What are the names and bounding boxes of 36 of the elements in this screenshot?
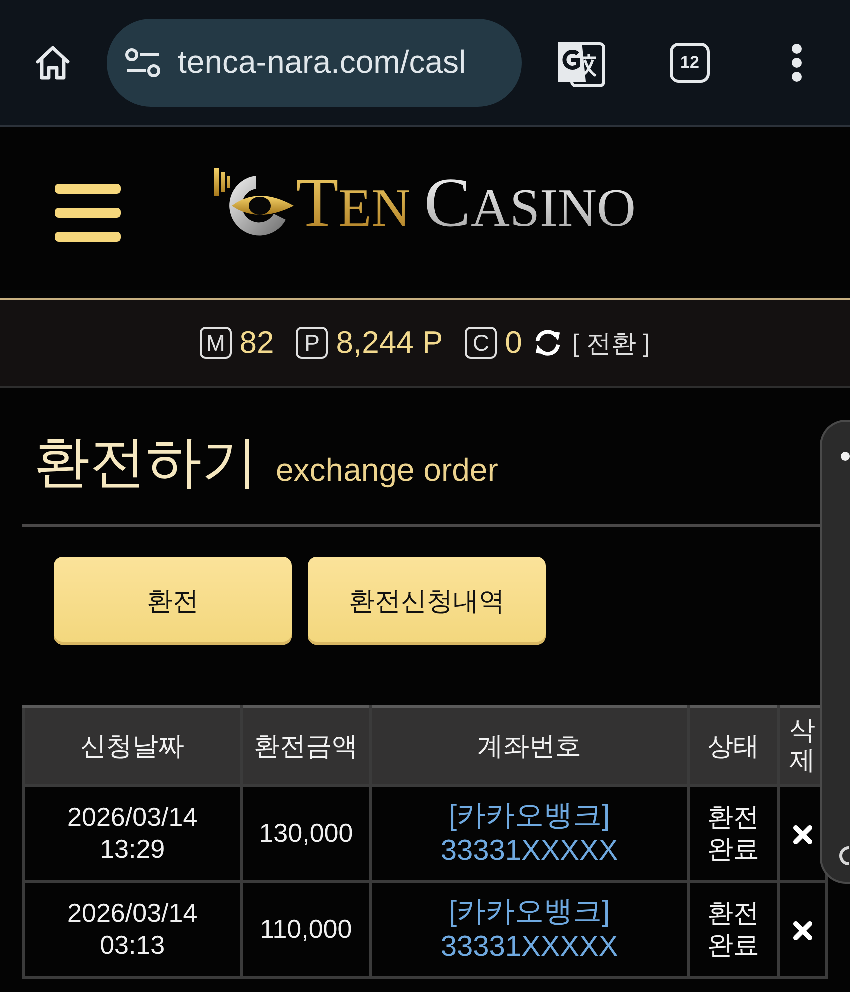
url-text: tenca-nara.com/casl — [178, 44, 466, 81]
account-cell: [카카오뱅크] 33331XXXXX — [370, 786, 688, 882]
convert-link[interactable]: [ 전환 ] — [572, 326, 650, 360]
exchange-action-button[interactable]: 환전신청내역 — [308, 557, 546, 645]
amount-cell: 110,000 — [242, 882, 371, 978]
exchange-action-button[interactable]: 환전 — [54, 557, 292, 645]
address-bar[interactable]: tenca-nara.com/casl — [107, 18, 522, 106]
page-subtitle: exchange order — [276, 452, 498, 489]
delete-icon[interactable] — [792, 825, 813, 846]
balance-value: 8,244 P — [336, 325, 444, 361]
dot-icon — [841, 452, 850, 461]
balance-type-badge: P — [296, 327, 328, 359]
column-header: 환전금액 — [242, 706, 371, 786]
account-cell: [카카오뱅크] 33331XXXXX — [370, 882, 688, 978]
date-cell: 2026/03/14 03:13 — [24, 882, 242, 978]
menu-icon[interactable] — [55, 184, 121, 242]
date-cell: 2026/03/14 13:29 — [24, 786, 242, 882]
delete-icon[interactable] — [792, 921, 813, 942]
column-header: 신청날짜 — [24, 706, 242, 786]
more-menu-icon[interactable] — [791, 44, 803, 82]
ring-icon — [838, 846, 850, 866]
refresh-icon[interactable] — [534, 329, 562, 357]
column-header: 계좌번호 — [370, 706, 688, 786]
site-settings-icon[interactable] — [125, 48, 161, 78]
balance-value: 82 — [240, 325, 274, 361]
status-cell: 환전완료 — [688, 882, 779, 978]
tab-switcher-button[interactable]: 12 — [670, 42, 710, 82]
amount-cell: 130,000 — [242, 786, 371, 882]
status-cell: 환전완료 — [688, 786, 779, 882]
balance-type-badge: M — [200, 327, 232, 359]
balance-type-badge: C — [465, 327, 498, 359]
balance-value: 0 — [505, 325, 522, 361]
page-title: 환전하기 — [34, 429, 258, 495]
home-icon[interactable] — [34, 44, 72, 82]
edge-panel-handle[interactable] — [820, 420, 850, 884]
column-header: 상태 — [688, 706, 779, 786]
